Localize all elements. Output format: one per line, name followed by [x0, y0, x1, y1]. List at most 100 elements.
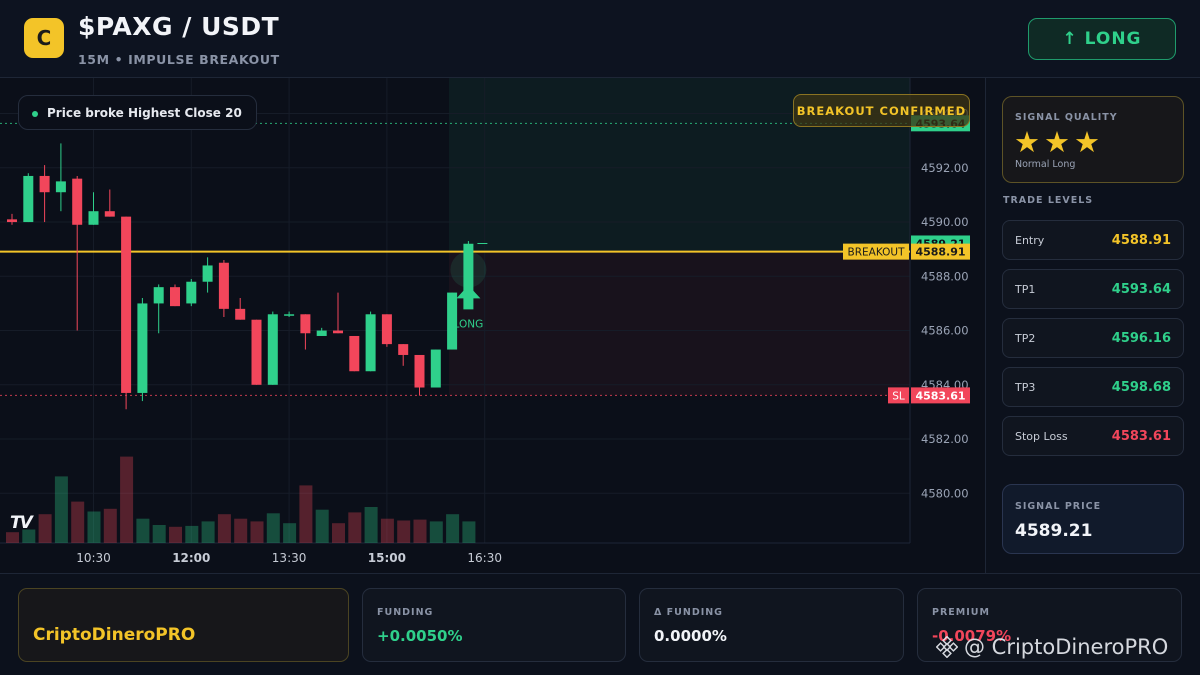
- timeframe-subtitle: 15M • IMPULSE BREAKOUT: [78, 52, 280, 67]
- level-value: 4588.91: [1111, 233, 1171, 248]
- volume-bar: [87, 511, 101, 543]
- volume-bar: [266, 513, 280, 543]
- volume-bar: [71, 501, 85, 543]
- info-pill-text: Price broke Highest Close 20: [47, 105, 242, 120]
- signal-quality-card: SIGNAL QUALITY ★★★ Normal Long: [1002, 96, 1184, 183]
- signal-price-value: 4589.21: [1015, 521, 1093, 541]
- volume-bar: [201, 521, 215, 543]
- volume-bar: [234, 518, 248, 543]
- y-tick-label: 4580.00: [921, 486, 969, 500]
- volume-bar: [120, 456, 134, 543]
- funding-value: +0.0050%: [377, 627, 463, 645]
- candle-body: [284, 314, 295, 316]
- volume-bar: [462, 521, 476, 543]
- y-tick-label: 4582.00: [921, 432, 969, 446]
- candle-body: [121, 216, 132, 393]
- candle-body: [7, 219, 17, 223]
- candle-body: [23, 175, 34, 223]
- breakout-confirmed-badge: BREAKOUT CONFIRMED: [793, 94, 970, 127]
- tradingview-logo[interactable]: TV: [10, 513, 33, 533]
- level-row-tp3: TP3 4598.68: [1002, 367, 1184, 407]
- volume-bar: [299, 485, 313, 543]
- funding-label: FUNDING: [377, 607, 434, 618]
- volume-bar: [152, 525, 166, 543]
- app-logo: C: [24, 18, 64, 58]
- signal-price-card: SIGNAL PRICE 4589.21: [1002, 484, 1184, 554]
- delta-funding-value: 0.0000%: [654, 627, 727, 645]
- watermark-text: @ CriptoDineroPRO: [964, 635, 1169, 659]
- level-value: 4583.61: [1111, 429, 1171, 444]
- level-name: Stop Loss: [1015, 430, 1068, 443]
- candle-body: [365, 314, 376, 372]
- long-button[interactable]: ↑ LONG: [1028, 18, 1176, 60]
- candle-body: [170, 287, 180, 307]
- level-value: 4598.68: [1111, 380, 1171, 395]
- brand-name: CriptoDineroPRO: [33, 625, 196, 645]
- volume-bar: [364, 507, 378, 543]
- star-rating: ★★★: [1014, 125, 1104, 159]
- candle-body: [333, 330, 343, 334]
- volume-bar: [429, 521, 443, 543]
- sl-price-label: 4583.61: [915, 389, 965, 402]
- y-tick-label: 4590.00: [921, 215, 969, 229]
- y-tick-label: 4588.00: [921, 269, 969, 283]
- candle-body: [186, 281, 197, 304]
- candle-body: [349, 335, 360, 372]
- level-name: TP2: [1015, 332, 1036, 345]
- volume-bar: [38, 514, 52, 543]
- x-tick-label: 16:30: [467, 551, 502, 565]
- funding-card: FUNDING +0.0050%: [362, 588, 626, 662]
- volume-bar: [217, 514, 231, 543]
- candle-body: [381, 314, 392, 345]
- trade-levels-label: TRADE LEVELS: [1003, 195, 1094, 206]
- volume-bar: [103, 508, 117, 543]
- volume-bar: [315, 509, 329, 543]
- level-name: TP3: [1015, 381, 1036, 394]
- long-marker-label: LONG: [454, 318, 484, 330]
- stop-zone: [449, 251, 910, 396]
- footer-bar: CriptoDineroPRO FUNDING +0.0050% Δ FUNDI…: [0, 573, 1200, 675]
- sl-line-label: SL: [892, 390, 905, 402]
- volume-bar: [136, 518, 150, 543]
- signal-price-label: SIGNAL PRICE: [1015, 501, 1102, 512]
- volume-bar: [185, 525, 199, 543]
- status-dot: [32, 111, 38, 117]
- candle-body: [39, 175, 50, 193]
- level-name: Entry: [1015, 234, 1045, 247]
- y-tick-label: 4592.00: [921, 161, 969, 175]
- volume-bar: [283, 523, 297, 543]
- chart-canvas[interactable]: 4594.004592.004590.004588.004586.004584.…: [0, 78, 986, 573]
- volume-bar: [332, 523, 345, 543]
- pair-title: $PAXG / USDT: [78, 12, 280, 41]
- candle-body: [202, 265, 213, 282]
- binance-icon: [936, 636, 958, 658]
- x-tick-label: 15:00: [368, 551, 406, 565]
- candle-body: [218, 262, 229, 309]
- candle-body: [414, 354, 425, 388]
- candle-body: [430, 349, 441, 388]
- candle-body: [267, 314, 278, 385]
- level-value: 4593.64: [1111, 282, 1171, 297]
- price-chart[interactable]: 4594.004592.004590.004588.004586.004584.…: [0, 78, 986, 573]
- level-row-tp1: TP1 4593.64: [1002, 269, 1184, 309]
- candle-body: [235, 308, 246, 320]
- volume-bar: [250, 521, 264, 543]
- candle-body: [251, 319, 262, 385]
- volume-bar: [169, 526, 182, 543]
- level-name: TP1: [1015, 283, 1036, 296]
- volume-bar: [397, 520, 411, 543]
- x-tick-label: 13:30: [272, 551, 307, 565]
- candle-body: [153, 287, 164, 304]
- brand-card: CriptoDineroPRO: [18, 588, 349, 662]
- candle-body: [88, 211, 99, 225]
- candle-body: [104, 211, 115, 217]
- candle-body: [316, 330, 327, 336]
- signal-quality-label: SIGNAL QUALITY: [1015, 112, 1118, 123]
- candle-body: [300, 314, 311, 334]
- volume-bar: [413, 519, 427, 543]
- delta-funding-card: Δ FUNDING 0.0000%: [639, 588, 904, 662]
- level-row-tp2: TP2 4596.16: [1002, 318, 1184, 358]
- level-row-entry: Entry 4588.91: [1002, 220, 1184, 260]
- candle-body: [398, 344, 409, 355]
- level-value: 4596.16: [1111, 331, 1171, 346]
